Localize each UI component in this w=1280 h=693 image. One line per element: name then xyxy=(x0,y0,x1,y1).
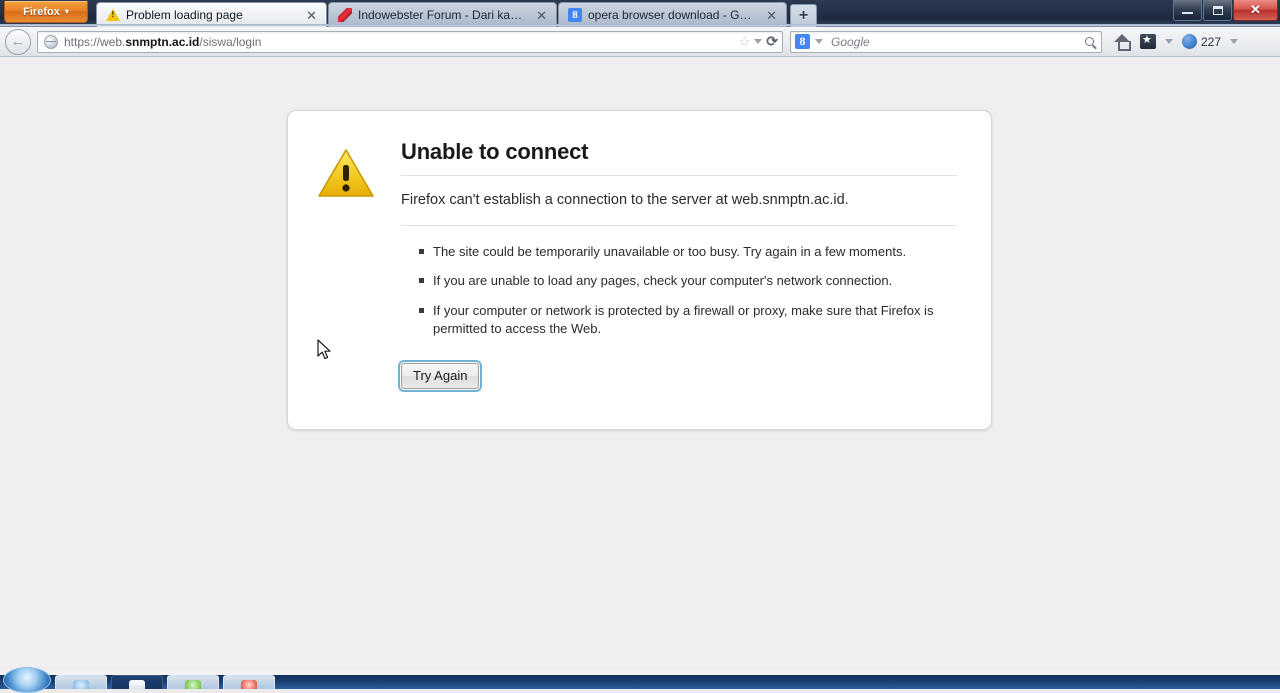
page-title: Unable to connect xyxy=(401,139,589,164)
search-input[interactable]: Google xyxy=(831,35,1085,49)
firefox-menu-label: Firefox xyxy=(23,5,60,18)
error-description: Firefox can't establish a connection to … xyxy=(401,192,849,208)
home-icon[interactable] xyxy=(1114,34,1131,51)
window-controls: ✕ xyxy=(1172,0,1278,21)
start-button[interactable] xyxy=(3,667,51,693)
bookmark-star-icon[interactable]: ☆ xyxy=(739,34,751,50)
search-icon[interactable] xyxy=(1085,37,1094,46)
app-icon xyxy=(73,680,89,689)
tab-title: Problem loading page xyxy=(126,8,243,22)
google-icon[interactable]: 8 xyxy=(795,34,810,49)
app-icon xyxy=(185,680,201,689)
close-icon[interactable]: ✕ xyxy=(533,9,550,22)
indowebster-icon xyxy=(338,8,352,22)
taskbar-item[interactable] xyxy=(111,675,163,689)
bookmarks-icon[interactable] xyxy=(1140,33,1156,49)
close-icon: ✕ xyxy=(1250,2,1261,17)
try-again-button[interactable]: Try Again xyxy=(397,359,483,392)
sync-circle-icon xyxy=(1182,34,1197,49)
tab-google-search[interactable]: 8 opera browser download - Google Se... … xyxy=(558,2,787,27)
error-body: Unable to connect Firefox can't establis… xyxy=(397,139,957,392)
chevron-down-icon: ▾ xyxy=(64,7,69,16)
search-bar[interactable]: 8 Google xyxy=(790,30,1102,53)
address-bar[interactable]: https://web.snmptn.ac.id/siswa/login ☆ ⟳ xyxy=(37,30,783,53)
close-icon[interactable]: ✕ xyxy=(303,9,320,22)
chevron-down-icon[interactable] xyxy=(815,39,823,44)
mouse-cursor xyxy=(317,339,333,361)
warning-triangle-icon xyxy=(106,8,120,22)
app-icon xyxy=(129,680,145,689)
error-panel: Unable to connect Firefox can't establis… xyxy=(287,110,992,430)
reload-icon[interactable]: ⟳ xyxy=(766,33,778,50)
tab-problem-loading-page[interactable]: Problem loading page ✕ xyxy=(96,2,327,27)
tab-strip: Problem loading page ✕ Indowebster Forum… xyxy=(96,0,817,27)
tab-title: Indowebster Forum - Dari kami yang ... xyxy=(358,8,527,22)
navigation-toolbar: ← https://web.snmptn.ac.id/siswa/login ☆… xyxy=(0,27,1280,57)
taskbar-item[interactable] xyxy=(223,675,275,689)
minimize-button[interactable] xyxy=(1173,0,1202,21)
globe-icon xyxy=(44,34,58,49)
close-icon[interactable]: ✕ xyxy=(763,9,780,22)
taskbar xyxy=(0,667,1280,693)
firefox-menu-button[interactable]: Firefox ▾ xyxy=(4,1,88,23)
chevron-down-icon[interactable] xyxy=(1230,39,1239,44)
sync-count-badge[interactable]: 227 xyxy=(1182,34,1221,49)
error-suggestions-list: The site could be temporarily unavailabl… xyxy=(401,226,957,339)
chevron-down-icon[interactable] xyxy=(1165,39,1173,44)
restore-icon xyxy=(1212,5,1223,15)
list-item: The site could be temporarily unavailabl… xyxy=(419,243,957,261)
close-button[interactable]: ✕ xyxy=(1233,0,1278,21)
back-button[interactable]: ← xyxy=(5,28,31,55)
address-bar-actions: ☆ ⟳ xyxy=(739,33,778,50)
tab-indowebster-forum[interactable]: Indowebster Forum - Dari kami yang ... ✕ xyxy=(328,2,557,27)
sync-count-label: 227 xyxy=(1201,34,1222,49)
page-content: Unable to connect Firefox can't establis… xyxy=(0,58,1280,671)
list-item: If your computer or network is protected… xyxy=(419,302,957,339)
minimize-icon xyxy=(1182,12,1193,14)
maximize-button[interactable] xyxy=(1203,0,1232,21)
toolbar-right-actions: 227 xyxy=(1114,33,1239,51)
firefox-window: Firefox ▾ Problem loading page ✕ Indoweb… xyxy=(0,0,1280,693)
title-bar: Firefox ▾ Problem loading page ✕ Indoweb… xyxy=(0,0,1280,27)
google-icon: 8 xyxy=(568,8,582,22)
chevron-down-icon[interactable] xyxy=(754,39,763,44)
warning-triangle-icon xyxy=(317,147,375,199)
list-item: If you are unable to load any pages, che… xyxy=(419,272,957,290)
tab-title: opera browser download - Google Se... xyxy=(588,8,757,22)
app-icon xyxy=(241,680,257,689)
taskbar-item[interactable] xyxy=(167,675,219,689)
new-tab-button[interactable]: + xyxy=(790,4,817,27)
taskbar-item[interactable] xyxy=(55,675,107,689)
url-text: https://web.snmptn.ac.id/siswa/login xyxy=(64,34,262,49)
